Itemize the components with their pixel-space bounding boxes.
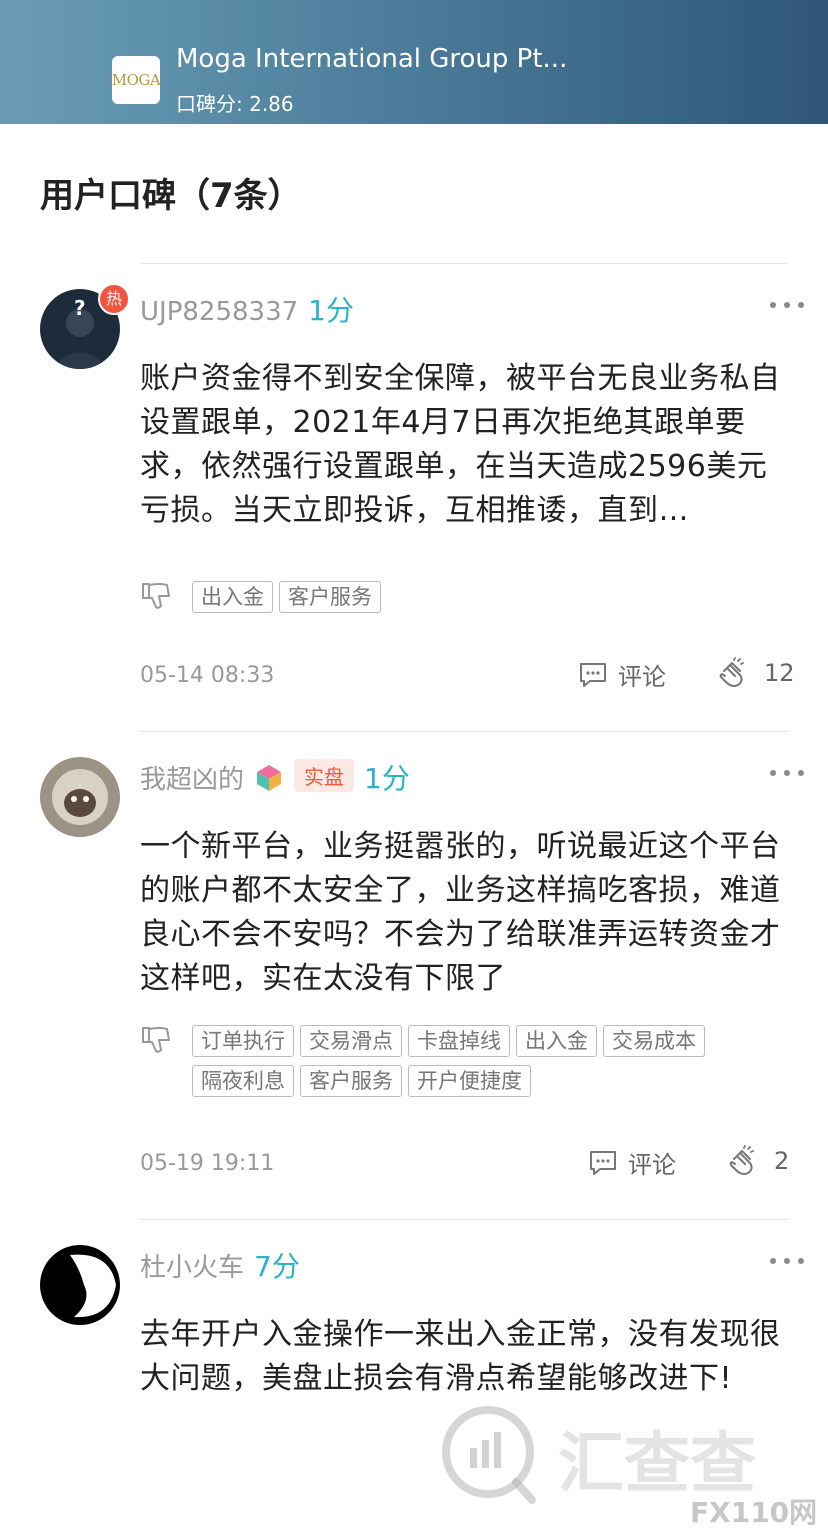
review-card: 我超凶的 实盘 1分 一个新平台，业务挺嚣张的，听说最近这个平台的账户都不太安全了，… [0,731,828,1221]
review-tag[interactable]: 交易成本 [603,1025,705,1057]
review-tag[interactable]: 卡盘掉线 [408,1025,510,1057]
username-text: 杜小火车 [140,1253,245,1283]
svg-text:?: ? [74,296,86,320]
clap-button[interactable]: 2 [726,1145,789,1177]
review-tag[interactable]: 订单执行 [192,1025,294,1057]
comment-icon [580,662,606,687]
more-options-icon[interactable] [770,768,806,778]
more-options-icon[interactable] [770,300,806,310]
review-card: ? 热 UJP8258337 1分 账户资金得不到安全保障，被平台无良业务私自设置… [0,263,828,733]
review-tag[interactable]: 出入金 [192,581,273,613]
cube-badge-icon [257,765,282,791]
review-card: 杜小火车 7分 去年开户入金操作一来出入金正常，没有发现很大问题，美盘止损会有滑点… [0,1219,828,1528]
review-text[interactable]: 去年开户入金操作一来出入金正常，没有发现很大问题，美盘止损会有滑点希望能够改进下… [140,1313,790,1401]
review-text[interactable]: 一个新平台，业务挺嚣张的，听说最近这个平台的账户都不太安全了，业务这样搞吃客损，… [140,825,790,1001]
divider [140,731,788,732]
review-username[interactable]: UJP8258337 1分 [140,289,354,329]
comment-label: 评论 [628,1151,676,1179]
comment-button[interactable]: 评论 [578,657,666,692]
real-account-badge: 实盘 [294,759,355,792]
clap-icon [719,657,744,687]
comment-label: 评论 [618,663,666,691]
review-tag[interactable]: 出入金 [516,1025,597,1057]
clap-count: 2 [774,1147,790,1175]
clap-count: 12 [764,659,795,687]
app-header: MOGA Moga International Group Pt... 口碑分:… [0,0,828,124]
divider [140,263,788,264]
review-tag[interactable]: 交易滑点 [300,1025,402,1057]
company-name: Moga International Group Pt... [176,44,568,74]
comment-button[interactable]: 评论 [588,1145,676,1180]
review-tag[interactable]: 客户服务 [300,1065,402,1097]
hot-badge: 热 [98,283,130,315]
avatar[interactable] [40,1245,120,1325]
company-logo: MOGA [112,56,160,104]
review-points: 1分 [364,762,410,795]
username-text: 我超凶的 [140,765,245,795]
page-title: 用户口碑（7条） [40,176,302,216]
review-tag[interactable]: 开户便捷度 [408,1065,531,1097]
thumbs-down-icon[interactable] [140,1025,172,1055]
review-footer: 05-19 19:11 评论 2 [140,1145,789,1185]
more-options-icon[interactable] [770,1256,806,1266]
review-time: 05-19 19:11 [140,1151,275,1176]
review-username[interactable]: 我超凶的 实盘 1分 [140,757,410,797]
clap-icon [729,1145,754,1175]
review-points: 7分 [254,1250,300,1283]
review-points: 1分 [308,294,354,327]
review-text[interactable]: 账户资金得不到安全保障，被平台无良业务私自设置跟单，2021年4月7日再次拒绝其… [140,357,790,533]
review-footer: 05-14 08:33 评论 12 [140,657,795,697]
divider [140,1219,788,1220]
username-text: UJP8258337 [140,297,299,327]
review-tag[interactable]: 客户服务 [279,581,381,613]
clap-button[interactable]: 12 [716,657,795,689]
thumbs-down-icon[interactable] [140,581,172,611]
reputation-score: 口碑分: 2.86 [176,92,294,116]
avatar[interactable] [40,757,120,837]
comment-icon [590,1150,616,1175]
review-tag[interactable]: 隔夜利息 [192,1065,294,1097]
review-username[interactable]: 杜小火车 7分 [140,1245,300,1285]
review-time: 05-14 08:33 [140,663,275,688]
